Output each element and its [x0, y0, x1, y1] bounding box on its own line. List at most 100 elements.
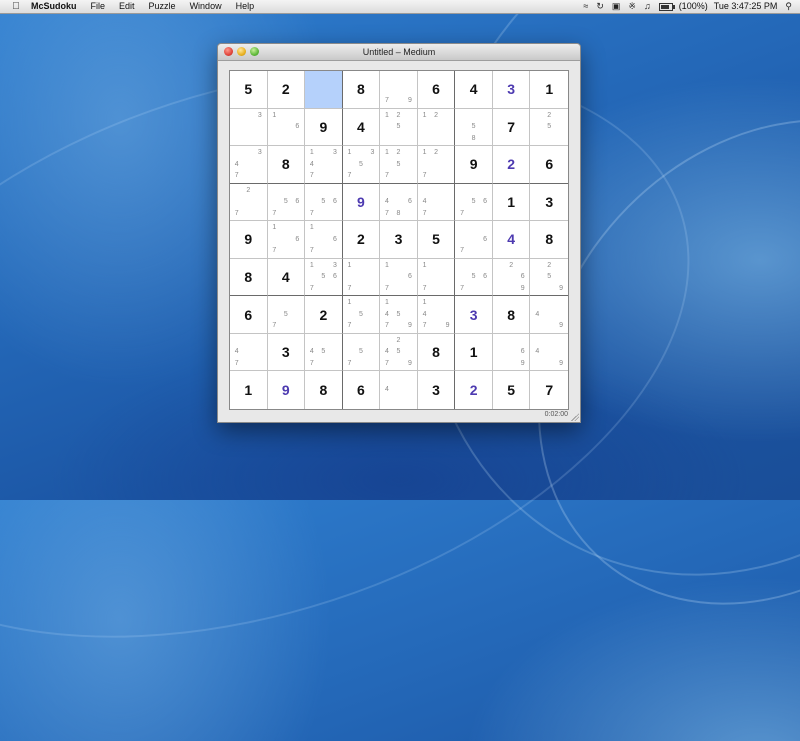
- sudoku-cell[interactable]: 7: [530, 371, 568, 409]
- sudoku-cell[interactable]: 9: [305, 108, 343, 147]
- sudoku-cell[interactable]: 8: [417, 333, 456, 372]
- menu-app-name[interactable]: McSudoku: [24, 0, 84, 13]
- sudoku-cell[interactable]: 57: [267, 296, 306, 334]
- sync-icon[interactable]: ↻: [596, 0, 604, 13]
- menu-window[interactable]: Window: [183, 0, 229, 13]
- sudoku-cell[interactable]: 17: [417, 258, 456, 297]
- wifi-icon[interactable]: ≈: [583, 0, 588, 13]
- sudoku-cell[interactable]: 4: [342, 108, 381, 147]
- sudoku-cell[interactable]: 4: [380, 371, 418, 409]
- sudoku-cell[interactable]: 9: [342, 183, 381, 222]
- apple-menu-icon[interactable]: : [8, 1, 24, 12]
- sudoku-cell[interactable]: 3: [230, 108, 268, 147]
- sudoku-cell[interactable]: 4 6 78: [380, 183, 418, 222]
- sudoku-cell[interactable]: 1: [492, 183, 531, 222]
- sudoku-cell[interactable]: 2457 9: [380, 333, 418, 372]
- sudoku-cell[interactable]: 1 356 7: [305, 258, 343, 297]
- sudoku-cell[interactable]: 69: [492, 333, 531, 372]
- sudoku-cell[interactable]: 8: [305, 371, 343, 409]
- sudoku-cell[interactable]: 7: [492, 108, 531, 147]
- spotlight-icon[interactable]: ⚲: [785, 0, 792, 13]
- sudoku-cell[interactable]: 2: [492, 146, 531, 184]
- pencil-mark: 2: [396, 149, 401, 157]
- sudoku-cell[interactable]: 1 6 7: [305, 221, 343, 259]
- sudoku-cell[interactable]: 47: [230, 333, 268, 372]
- sudoku-cell[interactable]: 56 7: [305, 183, 343, 222]
- menu-puzzle[interactable]: Puzzle: [142, 0, 183, 13]
- sudoku-cell[interactable]: 16: [267, 108, 306, 147]
- sudoku-cell[interactable]: 8: [492, 296, 531, 334]
- sudoku-cell[interactable]: 3: [418, 371, 456, 409]
- sudoku-cell[interactable]: 1 357: [342, 146, 381, 184]
- sudoku-cell[interactable]: 3: [530, 184, 568, 222]
- sudoku-cell[interactable]: 9: [268, 371, 306, 409]
- sudoku-cell[interactable]: 1 6 7: [267, 221, 306, 259]
- sudoku-cell[interactable]: 157: [342, 296, 381, 334]
- sudoku-cell[interactable]: 2: [305, 296, 343, 334]
- sudoku-cell[interactable]: 47: [417, 183, 456, 222]
- menu-help[interactable]: Help: [229, 0, 262, 13]
- sudoku-cell[interactable]: 5: [230, 71, 268, 109]
- sudoku-cell[interactable]: 1 6 7: [380, 258, 418, 297]
- sudoku-cell[interactable]: 56 7: [267, 183, 306, 222]
- sudoku-cell[interactable]: 6: [417, 71, 456, 109]
- sudoku-cell[interactable]: 27: [230, 183, 268, 222]
- battery-icon[interactable]: [658, 2, 675, 11]
- menu-file[interactable]: File: [84, 0, 113, 13]
- sudoku-cell[interactable]: 2: [455, 371, 493, 409]
- sudoku-cell[interactable]: 4: [492, 221, 531, 259]
- sudoku-cell[interactable]: 56 7: [455, 258, 493, 297]
- menu-clock[interactable]: Tue 3:47:25 PM: [714, 0, 778, 13]
- sudoku-cell[interactable]: 49: [530, 334, 568, 372]
- sudoku-cell[interactable]: 457: [305, 333, 343, 372]
- sudoku-cell[interactable]: 2: [342, 221, 381, 259]
- sudoku-cell[interactable]: 8: [230, 258, 268, 297]
- sudoku-cell[interactable]: 12 57: [380, 146, 418, 184]
- sudoku-cell[interactable]: 3: [455, 296, 493, 334]
- sudoku-cell[interactable]: 8: [530, 221, 568, 259]
- sudoku-cell[interactable]: 6: [530, 146, 568, 184]
- sudoku-cell[interactable]: 49: [530, 296, 568, 334]
- sudoku-cell[interactable]: 6: [343, 371, 381, 409]
- sudoku-cell[interactable]: 2: [267, 71, 306, 109]
- sudoku-cell[interactable]: 12: [417, 108, 456, 147]
- sudoku-cell[interactable]: 3: [380, 221, 418, 259]
- sudoku-cell[interactable]: 9: [455, 146, 493, 184]
- volume-icon[interactable]: ♫: [644, 0, 651, 13]
- sudoku-cell[interactable]: 5: [493, 371, 531, 409]
- sudoku-cell[interactable]: 17: [342, 258, 381, 297]
- sudoku-cell[interactable]: 58: [455, 108, 493, 147]
- sudoku-cell[interactable]: 26 9: [492, 258, 531, 297]
- sudoku-cell[interactable]: 12 5: [380, 108, 418, 147]
- sudoku-cell[interactable]: 79: [380, 71, 418, 109]
- menu-edit[interactable]: Edit: [112, 0, 142, 13]
- sudoku-cell[interactable]: 56 7: [455, 183, 493, 222]
- sudoku-cell[interactable]: 9: [230, 221, 268, 259]
- sudoku-cell[interactable]: 1: [455, 333, 493, 372]
- sudoku-cell[interactable]: 1 457 9: [380, 296, 418, 334]
- sudoku-cell[interactable]: 67: [455, 221, 493, 259]
- sudoku-cell[interactable]: 12 7: [417, 146, 456, 184]
- sudoku-cell[interactable]: [305, 71, 343, 109]
- sudoku-cell[interactable]: 57: [342, 333, 381, 372]
- sudoku-cell[interactable]: 25: [530, 109, 568, 147]
- sudoku-cell[interactable]: 1: [230, 371, 268, 409]
- sudoku-cell[interactable]: 1: [530, 71, 568, 109]
- window-titlebar[interactable]: Untitled – Medium: [218, 44, 580, 61]
- display-icon[interactable]: ▣: [612, 0, 621, 13]
- sudoku-cell[interactable]: 4: [267, 258, 306, 297]
- resize-grip[interactable]: [571, 413, 579, 421]
- sudoku-cell[interactable]: 3: [492, 71, 531, 109]
- sudoku-cell[interactable]: 1 4 7 9: [417, 296, 456, 334]
- sudoku-cell[interactable]: 3 4 7: [230, 146, 268, 184]
- sudoku-cell[interactable]: 8: [267, 146, 306, 184]
- bluetooth-icon[interactable]: ※: [628, 0, 636, 13]
- sudoku-cell[interactable]: 8: [342, 71, 381, 109]
- sudoku-cell[interactable]: 1 3 4 7: [305, 146, 343, 184]
- sudoku-cell[interactable]: 2 59: [530, 259, 568, 297]
- sudoku-cell[interactable]: 6: [230, 296, 268, 334]
- pencil-mark: 5: [471, 273, 476, 281]
- sudoku-cell[interactable]: 5: [417, 221, 456, 259]
- sudoku-cell[interactable]: 4: [455, 71, 493, 109]
- sudoku-cell[interactable]: 3: [267, 333, 306, 372]
